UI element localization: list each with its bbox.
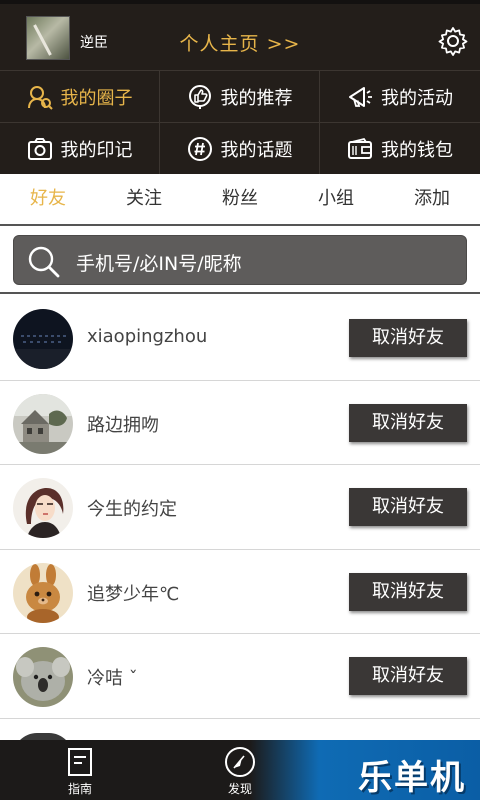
menu-item-label: 我的圈子 <box>60 87 133 109</box>
friend-name: xiaopingzhou <box>87 326 208 347</box>
search-placeholder: 手机号/必IN号/昵称 <box>76 253 242 275</box>
nav-item-guide[interactable]: 指南 <box>40 740 120 800</box>
menu-item-my-topics[interactable]: 我的话题 <box>160 122 320 174</box>
menu-item-my-activity[interactable]: 我的活动 <box>320 70 480 122</box>
list-item[interactable]: xiaopingzhou 取消好友 <box>0 296 480 381</box>
tab-bar: 好友 关注 粉丝 小组 添加 <box>0 174 480 226</box>
menu-item-label: 我的推荐 <box>220 87 293 109</box>
watermark-band: 乐单机 <box>250 740 480 800</box>
list-item[interactable]: 冷咭 ˇ 取消好友 <box>0 634 480 719</box>
search-input[interactable]: 手机号/必IN号/昵称 <box>13 235 467 285</box>
friend-name: 今生的约定 <box>87 499 177 520</box>
unfriend-button[interactable]: 取消好友 <box>349 403 467 442</box>
avatar[interactable] <box>13 393 73 454</box>
avatar[interactable] <box>13 647 73 707</box>
settings-button[interactable] <box>438 26 468 56</box>
camera-icon <box>27 137 52 160</box>
tab-add[interactable]: 添加 <box>384 174 480 224</box>
tab-groups[interactable]: 小组 <box>288 174 384 224</box>
nav-item-discover[interactable]: 发现 <box>200 740 280 800</box>
list-item[interactable]: 路边拥吻 取消好友 <box>0 380 480 465</box>
megaphone-icon <box>349 86 372 107</box>
friend-name: 冷咭 ˇ <box>87 668 138 689</box>
thumbs-up-icon <box>188 84 211 109</box>
unfriend-button[interactable]: 取消好友 <box>349 657 467 695</box>
menu-item-label: 我的话题 <box>220 139 293 161</box>
homepage-link[interactable]: 个人主页 >> <box>0 29 480 56</box>
gear-icon <box>438 27 468 56</box>
unfriend-button[interactable]: 取消好友 <box>349 572 467 611</box>
nav-label: 指南 <box>67 782 92 796</box>
avatar[interactable] <box>13 562 73 623</box>
search-section: 手机号/必IN号/昵称 <box>0 226 480 294</box>
friend-name: 路边拥吻 <box>87 414 159 436</box>
menu-item-label: 我的钱包 <box>381 139 453 161</box>
avatar[interactable] <box>13 309 73 369</box>
menu-item-my-circle[interactable]: 我的圈子 <box>0 70 160 122</box>
menu-item-my-wallet[interactable]: 我的钱包 <box>320 122 480 174</box>
tab-fans[interactable]: 粉丝 <box>192 174 288 224</box>
list-item-partial[interactable] <box>0 718 480 757</box>
watermark-logo: 乐单机 <box>358 758 466 798</box>
guide-icon <box>68 748 92 776</box>
circle-users-icon <box>27 85 53 110</box>
tab-following[interactable]: 关注 <box>96 174 192 224</box>
friend-list: xiaopingzhou 取消好友 路边拥吻 取消好友 今生的约定 取消好友 追… <box>0 296 480 757</box>
menu-item-label: 我的印记 <box>60 139 133 161</box>
nav-label: 发现 <box>227 782 252 796</box>
hashtag-icon <box>187 136 212 161</box>
search-icon <box>28 246 60 278</box>
compass-icon <box>225 747 255 777</box>
wallet-icon <box>348 137 372 159</box>
unfriend-button[interactable]: 取消好友 <box>349 319 467 357</box>
unfriend-button[interactable]: 取消好友 <box>349 488 467 526</box>
app-header: 逆臣 个人主页 >> <box>0 0 480 70</box>
menu-item-my-recommend[interactable]: 我的推荐 <box>160 70 320 122</box>
menu-item-label: 我的活动 <box>381 87 453 109</box>
list-item[interactable]: 追梦少年℃ 取消好友 <box>0 549 480 634</box>
menu-grid: 我的圈子 我的推荐 我的活动 我的印记 我的话题 我的钱包 <box>0 70 480 174</box>
tab-friends[interactable]: 好友 <box>0 174 96 224</box>
bottom-nav: 乐单机 指南 发现 <box>0 740 480 800</box>
list-item[interactable]: 今生的约定 取消好友 <box>0 465 480 550</box>
avatar[interactable] <box>13 478 73 538</box>
friend-name: 追梦少年℃ <box>87 583 180 605</box>
menu-item-my-marks[interactable]: 我的印记 <box>0 122 160 174</box>
